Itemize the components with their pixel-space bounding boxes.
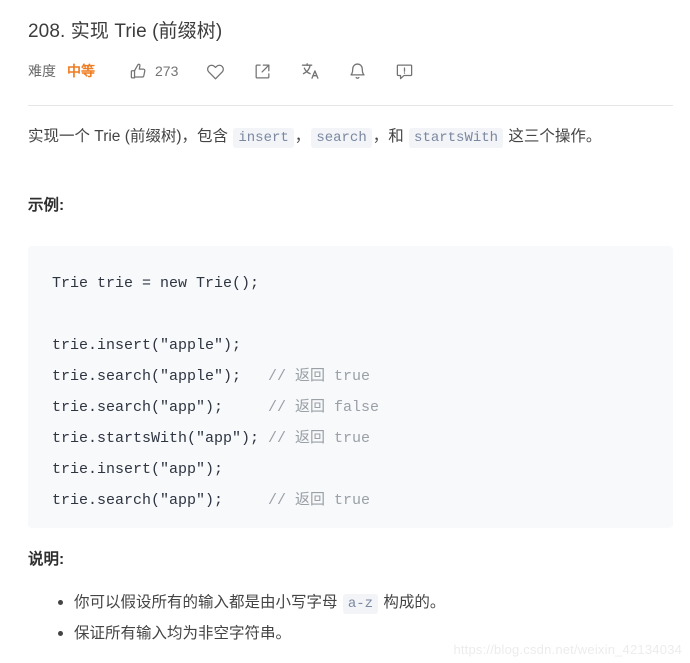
note-1-text-2: 构成的。 xyxy=(379,594,446,611)
inline-code-insert: insert xyxy=(233,128,294,148)
share-button[interactable] xyxy=(253,62,272,81)
code-comment-5: // 返回 false xyxy=(268,399,380,416)
share-icon xyxy=(253,62,272,81)
watermark: https://blog.csdn.net/weixin_42134034 xyxy=(453,642,682,657)
code-line-8: trie.search("app"); xyxy=(52,492,269,509)
difficulty-label: 难度 xyxy=(28,63,56,79)
code-line-3: trie.insert("apple"); xyxy=(52,337,242,354)
note-2-text: 保证所有输入均为非空字符串。 xyxy=(74,625,292,642)
difficulty-badge: 中等 xyxy=(67,63,95,79)
translate-icon xyxy=(300,61,320,81)
inline-code-startswith: startsWith xyxy=(409,128,504,148)
description-text-2: ， xyxy=(294,128,311,145)
upvote-button[interactable]: 273 xyxy=(129,61,178,81)
note-1-text-1: 你可以假设所有的输入都是由小写字母 xyxy=(74,594,342,611)
code-comment-4: // 返回 true xyxy=(268,368,371,385)
upvote-count: 273 xyxy=(155,63,179,79)
thumbs-up-icon xyxy=(129,62,148,81)
bell-icon xyxy=(348,62,367,81)
page-title: 208. 实现 Trie (前缀树) xyxy=(28,21,223,42)
code-comment-6: // 返回 true xyxy=(268,430,371,447)
code-line-4: trie.search("apple"); xyxy=(52,368,269,385)
inline-code-az: a-z xyxy=(342,594,379,614)
header-divider xyxy=(28,105,673,106)
heart-icon xyxy=(206,62,225,81)
problem-meta-row: 难度 中等 273 xyxy=(28,58,414,84)
example-code-block: Trie trie = new Trie(); trie.insert("app… xyxy=(28,246,673,528)
description-text-1: 实现一个 Trie (前缀树)，包含 xyxy=(28,128,233,145)
code-content: Trie trie = new Trie(); trie.insert("app… xyxy=(52,268,673,516)
feedback-button[interactable] xyxy=(395,62,414,81)
inline-code-search: search xyxy=(311,128,372,148)
translate-button[interactable] xyxy=(300,61,320,81)
section-heading-example: 示例: xyxy=(28,197,65,214)
comment-icon xyxy=(395,62,414,81)
notification-button[interactable] xyxy=(348,62,367,81)
notes-list: 你可以假设所有的输入都是由小写字母 a-z 构成的。 保证所有输入均为非空字符串… xyxy=(56,588,676,648)
code-line-7: trie.insert("app"); xyxy=(52,461,224,478)
description-text-3: ，和 xyxy=(372,128,409,145)
leetcode-problem-page: 208. 实现 Trie (前缀树) 难度 中等 273 实现一个 Trie (… xyxy=(0,0,690,663)
code-line-1: Trie trie = new Trie(); xyxy=(52,275,260,292)
code-line-5: trie.search("app"); xyxy=(52,399,269,416)
list-item: 你可以假设所有的输入都是由小写字母 a-z 构成的。 xyxy=(58,588,676,619)
code-comment-8: // 返回 true xyxy=(268,492,371,509)
code-line-6: trie.startsWith("app"); xyxy=(52,430,269,447)
section-heading-notes: 说明: xyxy=(28,551,65,568)
description-text-4: 这三个操作。 xyxy=(504,128,602,145)
problem-description: 实现一个 Trie (前缀树)，包含 insert， search ，和 start… xyxy=(28,122,676,153)
favorite-button[interactable] xyxy=(206,62,225,81)
